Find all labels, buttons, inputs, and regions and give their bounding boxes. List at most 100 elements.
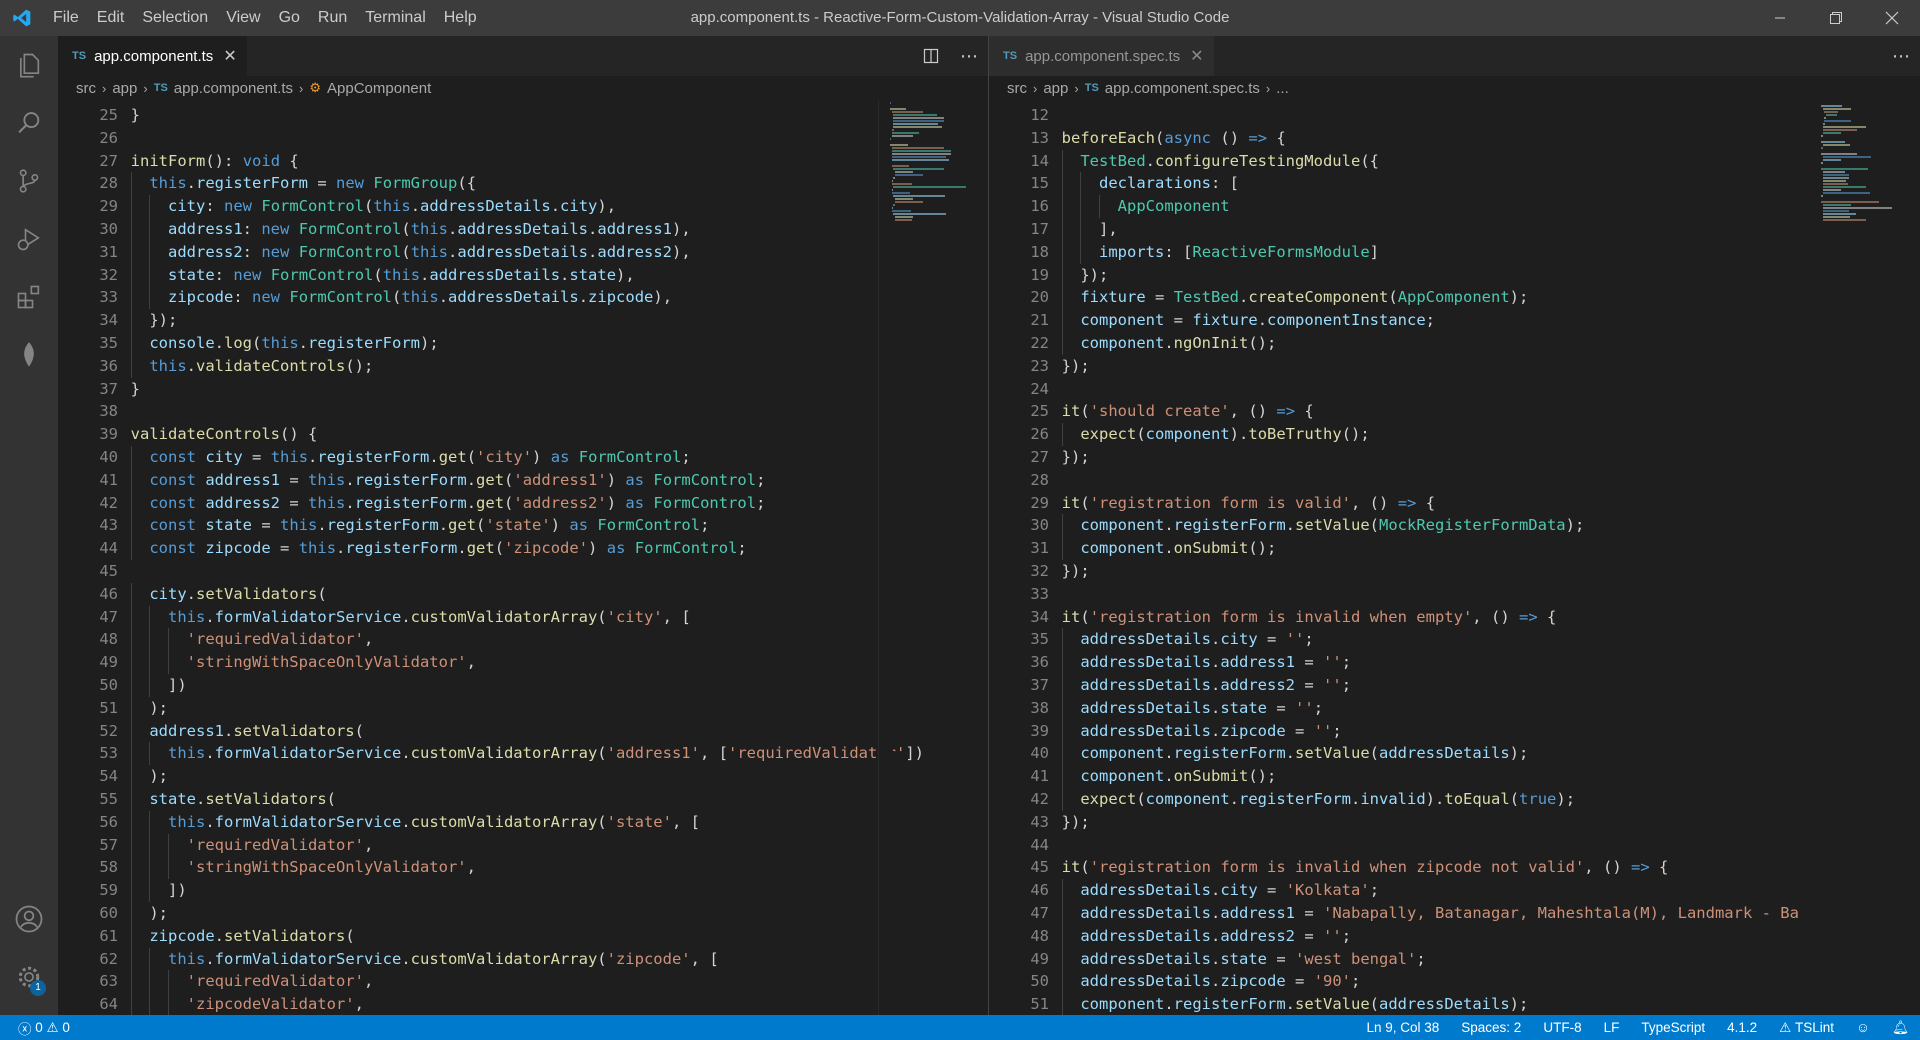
breadcrumb-file[interactable]: app.component.spec.ts xyxy=(1105,80,1260,97)
settings-gear-icon[interactable]: 1 xyxy=(0,948,58,1006)
code-line[interactable]: 44 xyxy=(989,834,1920,857)
code-line[interactable]: 14 TestBed.configureTestingModule({ xyxy=(989,149,1920,173)
code-line[interactable]: 43 const state = this.registerForm.get('… xyxy=(58,514,988,538)
breadcrumb-app[interactable]: app xyxy=(1043,80,1068,97)
minimize-icon[interactable] xyxy=(1752,0,1808,36)
code-line[interactable]: 20 fixture = TestBed.createComponent(App… xyxy=(989,286,1920,310)
code-line[interactable]: 59 ]) xyxy=(58,879,988,902)
menu-view[interactable]: View xyxy=(217,0,269,36)
tslint-status[interactable]: ⚠ TSLint xyxy=(1768,1015,1845,1040)
code-line[interactable]: 50 ]) xyxy=(58,674,988,697)
code-line[interactable]: 15 declarations: [ xyxy=(989,172,1920,196)
code-line[interactable]: 33 xyxy=(989,583,1920,606)
more-actions-icon[interactable]: ⋯ xyxy=(1882,36,1920,76)
problems-indicator[interactable]: ⓧ 0 ⚠ 0 xyxy=(18,1015,81,1040)
code-line[interactable]: 42 const address2 = this.registerForm.ge… xyxy=(58,491,988,515)
code-line[interactable]: 38 xyxy=(58,400,988,423)
code-line[interactable]: 30 address1: new FormControl(this.addres… xyxy=(58,218,988,241)
menu-run[interactable]: Run xyxy=(309,0,356,36)
cursor-position[interactable]: Ln 9, Col 38 xyxy=(1355,1015,1450,1040)
code-line[interactable]: 38 addressDetails.state = ''; xyxy=(989,696,1920,720)
code-line[interactable]: 45 it('registration form is invalid when… xyxy=(989,856,1920,879)
code-line[interactable]: 48 'requiredValidator', xyxy=(58,628,988,652)
code-line[interactable]: 29 it('registration form is valid', () =… xyxy=(989,492,1920,515)
search-icon[interactable] xyxy=(0,94,58,152)
code-editor-right[interactable]: 12 13 beforeEach(async () => {14 TestBed.… xyxy=(989,100,1920,1015)
breadcrumb-symbol[interactable]: AppComponent xyxy=(327,80,431,97)
code-line[interactable]: 39 validateControls() { xyxy=(58,423,988,446)
menu-terminal[interactable]: Terminal xyxy=(356,0,434,36)
menu-go[interactable]: Go xyxy=(270,0,309,36)
code-line[interactable]: 61 zipcode.setValidators( xyxy=(58,924,988,948)
code-line[interactable]: 50 addressDetails.zipcode = '90'; xyxy=(989,970,1920,994)
code-line[interactable]: 44 const zipcode = this.registerForm.get… xyxy=(58,537,988,560)
code-line[interactable]: 47 addressDetails.address1 = 'Nabapally,… xyxy=(989,902,1920,925)
code-line[interactable]: 53 this.formValidatorService.customValid… xyxy=(58,742,988,766)
mongodb-leaf-icon[interactable] xyxy=(0,326,58,384)
files-icon[interactable] xyxy=(0,36,58,94)
code-line[interactable]: 46 city.setValidators( xyxy=(58,582,988,606)
close-icon[interactable] xyxy=(1864,0,1920,36)
end-of-line[interactable]: LF xyxy=(1593,1015,1631,1040)
code-line[interactable]: 60 ); xyxy=(58,902,988,925)
code-line[interactable]: 35 console.log(this.registerForm); xyxy=(58,332,988,355)
code-line[interactable]: 17 ], xyxy=(989,218,1920,241)
tab-app-component-spec-ts[interactable]: TS app.component.spec.ts ✕ xyxy=(989,36,1214,76)
code-line[interactable]: 13 beforeEach(async () => { xyxy=(989,127,1920,150)
code-line[interactable]: 54 ); xyxy=(58,765,988,788)
encoding[interactable]: UTF-8 xyxy=(1532,1015,1592,1040)
code-line[interactable]: 51 component.registerForm.setValue(addre… xyxy=(989,993,1920,1015)
code-line[interactable]: 12 xyxy=(989,104,1920,127)
minimap-left[interactable] xyxy=(888,100,973,1015)
notifications-bell-icon[interactable]: 🔔︎ xyxy=(1881,1015,1920,1040)
code-line[interactable]: 28 this.registerForm = new FormGroup({ xyxy=(58,172,988,196)
more-actions-icon[interactable]: ⋯ xyxy=(950,36,988,76)
source-control-icon[interactable] xyxy=(0,152,58,210)
code-line[interactable]: 57 'requiredValidator', xyxy=(58,833,988,857)
code-line[interactable]: 37 } xyxy=(58,378,988,401)
account-icon[interactable] xyxy=(0,890,58,948)
breadcrumb-src[interactable]: src xyxy=(76,80,96,97)
code-line[interactable]: 25 it('should create', () => { xyxy=(989,400,1920,423)
code-line[interactable]: 49 'stringWithSpaceOnlyValidator', xyxy=(58,651,988,674)
typescript-version[interactable]: 4.1.2 xyxy=(1716,1015,1768,1040)
code-line[interactable]: 31 address2: new FormControl(this.addres… xyxy=(58,240,988,264)
code-line[interactable]: 51 ); xyxy=(58,696,988,720)
code-line[interactable]: 36 addressDetails.address1 = ''; xyxy=(989,651,1920,674)
run-debug-icon[interactable] xyxy=(0,210,58,268)
menu-selection[interactable]: Selection xyxy=(133,0,217,36)
code-line[interactable]: 33 zipcode: new FormControl(this.address… xyxy=(58,286,988,310)
code-line[interactable]: 34 }); xyxy=(58,309,988,332)
minimap-right[interactable] xyxy=(1819,100,1904,1015)
menu-edit[interactable]: Edit xyxy=(88,0,134,36)
code-line[interactable]: 45 xyxy=(58,560,988,583)
code-line[interactable]: 63 'requiredValidator', xyxy=(58,970,988,994)
code-line[interactable]: 34 it('registration form is invalid when… xyxy=(989,606,1920,629)
indentation[interactable]: Spaces: 2 xyxy=(1450,1015,1532,1040)
code-line[interactable]: 62 this.formValidatorService.customValid… xyxy=(58,947,988,971)
code-line[interactable]: 28 xyxy=(989,469,1920,492)
code-line[interactable]: 55 state.setValidators( xyxy=(58,788,988,811)
close-tab-icon[interactable]: ✕ xyxy=(223,46,236,66)
code-line[interactable]: 56 this.formValidatorService.customValid… xyxy=(58,810,988,834)
breadcrumb-ellipsis[interactable]: ... xyxy=(1276,80,1289,97)
code-line[interactable]: 24 xyxy=(989,378,1920,401)
code-line[interactable]: 27 initForm(): void { xyxy=(58,150,988,173)
code-line[interactable]: 22 component.ngOnInit(); xyxy=(989,332,1920,355)
code-line[interactable]: 26 expect(component).toBeTruthy(); xyxy=(989,423,1920,446)
code-line[interactable]: 40 const city = this.registerForm.get('c… xyxy=(58,446,988,469)
code-line[interactable]: 18 imports: [ReactiveFormsModule] xyxy=(989,240,1920,264)
code-line[interactable]: 64 'zipcodeValidator', xyxy=(58,993,988,1015)
code-line[interactable]: 35 addressDetails.city = ''; xyxy=(989,628,1920,652)
code-line[interactable]: 27 }); xyxy=(989,446,1920,469)
code-line[interactable]: 37 addressDetails.address2 = ''; xyxy=(989,674,1920,697)
tab-app-component-ts[interactable]: TS app.component.ts ✕ xyxy=(58,36,248,76)
code-line[interactable]: 46 addressDetails.city = 'Kolkata'; xyxy=(989,879,1920,902)
restore-icon[interactable] xyxy=(1808,0,1864,36)
code-line[interactable]: 43 }); xyxy=(989,811,1920,834)
breadcrumb-app[interactable]: app xyxy=(112,80,137,97)
code-line[interactable]: 42 expect(component.registerForm.invalid… xyxy=(989,788,1920,811)
breadcrumb-file[interactable]: app.component.ts xyxy=(174,80,293,97)
code-line[interactable]: 39 addressDetails.zipcode = ''; xyxy=(989,719,1920,743)
split-editor-icon[interactable] xyxy=(912,36,950,76)
